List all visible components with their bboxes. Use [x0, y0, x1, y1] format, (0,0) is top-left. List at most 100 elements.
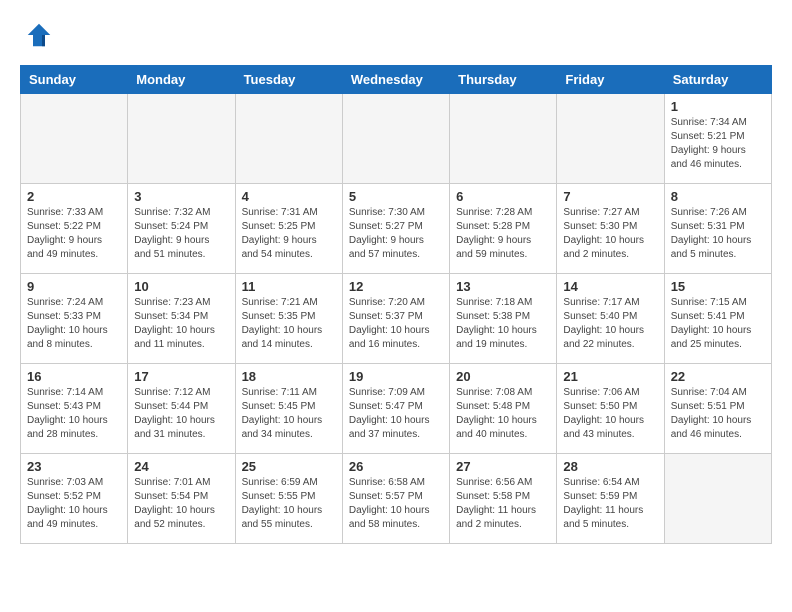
- day-number: 20: [456, 369, 550, 384]
- calendar-body: 1 Sunrise: 7:34 AMSunset: 5:21 PMDaylight…: [21, 94, 772, 544]
- day-info: Sunrise: 6:54 AMSunset: 5:59 PMDaylight:…: [563, 476, 657, 532]
- day-info: Sunrise: 7:26 AMSunset: 5:31 PMDaylight:…: [671, 206, 765, 262]
- day-of-week-header: Tuesday: [235, 66, 342, 94]
- day-number: 4: [242, 189, 336, 204]
- day-of-week-header: Friday: [557, 66, 664, 94]
- day-info: Sunrise: 6:58 AMSunset: 5:57 PMDaylight:…: [349, 476, 443, 532]
- day-info: Sunrise: 7:14 AMSunset: 5:43 PMDaylight:…: [27, 386, 121, 442]
- calendar-cell: 3 Sunrise: 7:32 AMSunset: 5:24 PMDaylight…: [128, 184, 235, 274]
- day-info: Sunrise: 7:08 AMSunset: 5:48 PMDaylight:…: [456, 386, 550, 442]
- day-number: 26: [349, 459, 443, 474]
- day-number: 23: [27, 459, 121, 474]
- day-number: 27: [456, 459, 550, 474]
- day-info: Sunrise: 7:17 AMSunset: 5:40 PMDaylight:…: [563, 296, 657, 352]
- day-info: Sunrise: 7:03 AMSunset: 5:52 PMDaylight:…: [27, 476, 121, 532]
- calendar-cell: 15Sunrise: 7:15 AMSunset: 5:41 PMDayligh…: [664, 274, 771, 364]
- day-number: 10: [134, 279, 228, 294]
- calendar-cell: 22Sunrise: 7:04 AMSunset: 5:51 PMDayligh…: [664, 364, 771, 454]
- calendar-cell: 2 Sunrise: 7:33 AMSunset: 5:22 PMDaylight…: [21, 184, 128, 274]
- day-info: Sunrise: 7:21 AMSunset: 5:35 PMDaylight:…: [242, 296, 336, 352]
- calendar-cell: [235, 94, 342, 184]
- calendar-table: SundayMondayTuesdayWednesdayThursdayFrid…: [20, 65, 772, 544]
- calendar-cell: 19 Sunrise: 7:09 AMSunset: 5:47 PMDayligh…: [342, 364, 449, 454]
- day-number: 28: [563, 459, 657, 474]
- day-number: 7: [563, 189, 657, 204]
- day-of-week-header: Sunday: [21, 66, 128, 94]
- calendar-week-row: 9 Sunrise: 7:24 AMSunset: 5:33 PMDaylight…: [21, 274, 772, 364]
- day-number: 11: [242, 279, 336, 294]
- calendar-cell: 11 Sunrise: 7:21 AMSunset: 5:35 PMDayligh…: [235, 274, 342, 364]
- calendar-week-row: 1 Sunrise: 7:34 AMSunset: 5:21 PMDaylight…: [21, 94, 772, 184]
- calendar-cell: 16Sunrise: 7:14 AMSunset: 5:43 PMDayligh…: [21, 364, 128, 454]
- day-info: Sunrise: 7:18 AMSunset: 5:38 PMDaylight:…: [456, 296, 550, 352]
- day-info: Sunrise: 7:04 AMSunset: 5:51 PMDaylight:…: [671, 386, 765, 442]
- calendar-cell: 4 Sunrise: 7:31 AMSunset: 5:25 PMDaylight…: [235, 184, 342, 274]
- calendar-cell: 10 Sunrise: 7:23 AMSunset: 5:34 PMDayligh…: [128, 274, 235, 364]
- calendar-cell: 27 Sunrise: 6:56 AMSunset: 5:58 PMDayligh…: [450, 454, 557, 544]
- calendar-cell: 25 Sunrise: 6:59 AMSunset: 5:55 PMDayligh…: [235, 454, 342, 544]
- day-number: 6: [456, 189, 550, 204]
- calendar-cell: [342, 94, 449, 184]
- day-info: Sunrise: 7:15 AMSunset: 5:41 PMDaylight:…: [671, 296, 765, 352]
- day-info: Sunrise: 7:09 AMSunset: 5:47 PMDaylight:…: [349, 386, 443, 442]
- day-number: 5: [349, 189, 443, 204]
- day-info: Sunrise: 7:33 AMSunset: 5:22 PMDaylight:…: [27, 206, 121, 262]
- day-number: 9: [27, 279, 121, 294]
- day-of-week-header: Thursday: [450, 66, 557, 94]
- day-info: Sunrise: 6:56 AMSunset: 5:58 PMDaylight:…: [456, 476, 550, 532]
- calendar-cell: 18 Sunrise: 7:11 AMSunset: 5:45 PMDayligh…: [235, 364, 342, 454]
- calendar-cell: 12 Sunrise: 7:20 AMSunset: 5:37 PMDayligh…: [342, 274, 449, 364]
- day-number: 8: [671, 189, 765, 204]
- calendar-cell: 6 Sunrise: 7:28 AMSunset: 5:28 PMDaylight…: [450, 184, 557, 274]
- calendar-cell: [664, 454, 771, 544]
- calendar-cell: [557, 94, 664, 184]
- day-number: 24: [134, 459, 228, 474]
- day-info: Sunrise: 7:23 AMSunset: 5:34 PMDaylight:…: [134, 296, 228, 352]
- day-info: Sunrise: 7:24 AMSunset: 5:33 PMDaylight:…: [27, 296, 121, 352]
- day-info: Sunrise: 7:01 AMSunset: 5:54 PMDaylight:…: [134, 476, 228, 532]
- calendar-week-row: 16Sunrise: 7:14 AMSunset: 5:43 PMDayligh…: [21, 364, 772, 454]
- calendar-cell: 13 Sunrise: 7:18 AMSunset: 5:38 PMDayligh…: [450, 274, 557, 364]
- day-number: 21: [563, 369, 657, 384]
- day-of-week-header: Saturday: [664, 66, 771, 94]
- day-of-week-header: Wednesday: [342, 66, 449, 94]
- logo-icon: [24, 20, 54, 50]
- calendar-cell: 28 Sunrise: 6:54 AMSunset: 5:59 PMDayligh…: [557, 454, 664, 544]
- calendar-cell: 9 Sunrise: 7:24 AMSunset: 5:33 PMDaylight…: [21, 274, 128, 364]
- calendar-cell: [450, 94, 557, 184]
- day-info: Sunrise: 6:59 AMSunset: 5:55 PMDaylight:…: [242, 476, 336, 532]
- calendar-cell: 21Sunrise: 7:06 AMSunset: 5:50 PMDayligh…: [557, 364, 664, 454]
- calendar-cell: 17 Sunrise: 7:12 AMSunset: 5:44 PMDayligh…: [128, 364, 235, 454]
- day-info: Sunrise: 7:32 AMSunset: 5:24 PMDaylight:…: [134, 206, 228, 262]
- day-number: 17: [134, 369, 228, 384]
- calendar-cell: 5 Sunrise: 7:30 AMSunset: 5:27 PMDaylight…: [342, 184, 449, 274]
- page-header: [20, 20, 772, 55]
- day-number: 14: [563, 279, 657, 294]
- day-number: 19: [349, 369, 443, 384]
- day-number: 2: [27, 189, 121, 204]
- calendar-cell: 23 Sunrise: 7:03 AMSunset: 5:52 PMDayligh…: [21, 454, 128, 544]
- day-info: Sunrise: 7:20 AMSunset: 5:37 PMDaylight:…: [349, 296, 443, 352]
- calendar-week-row: 23 Sunrise: 7:03 AMSunset: 5:52 PMDayligh…: [21, 454, 772, 544]
- day-info: Sunrise: 7:12 AMSunset: 5:44 PMDaylight:…: [134, 386, 228, 442]
- day-info: Sunrise: 7:28 AMSunset: 5:28 PMDaylight:…: [456, 206, 550, 262]
- calendar-cell: 20 Sunrise: 7:08 AMSunset: 5:48 PMDayligh…: [450, 364, 557, 454]
- day-number: 25: [242, 459, 336, 474]
- day-info: Sunrise: 7:11 AMSunset: 5:45 PMDaylight:…: [242, 386, 336, 442]
- day-info: Sunrise: 7:27 AMSunset: 5:30 PMDaylight:…: [563, 206, 657, 262]
- day-number: 3: [134, 189, 228, 204]
- day-info: Sunrise: 7:30 AMSunset: 5:27 PMDaylight:…: [349, 206, 443, 262]
- calendar-cell: 24 Sunrise: 7:01 AMSunset: 5:54 PMDayligh…: [128, 454, 235, 544]
- logo: [20, 20, 54, 55]
- day-info: Sunrise: 7:31 AMSunset: 5:25 PMDaylight:…: [242, 206, 336, 262]
- calendar-cell: [128, 94, 235, 184]
- calendar-cell: 8 Sunrise: 7:26 AMSunset: 5:31 PMDaylight…: [664, 184, 771, 274]
- day-number: 13: [456, 279, 550, 294]
- day-number: 1: [671, 99, 765, 114]
- day-info: Sunrise: 7:34 AMSunset: 5:21 PMDaylight:…: [671, 116, 765, 172]
- calendar-week-row: 2 Sunrise: 7:33 AMSunset: 5:22 PMDaylight…: [21, 184, 772, 274]
- day-number: 12: [349, 279, 443, 294]
- calendar-cell: 26 Sunrise: 6:58 AMSunset: 5:57 PMDayligh…: [342, 454, 449, 544]
- calendar-header-row: SundayMondayTuesdayWednesdayThursdayFrid…: [21, 66, 772, 94]
- day-number: 18: [242, 369, 336, 384]
